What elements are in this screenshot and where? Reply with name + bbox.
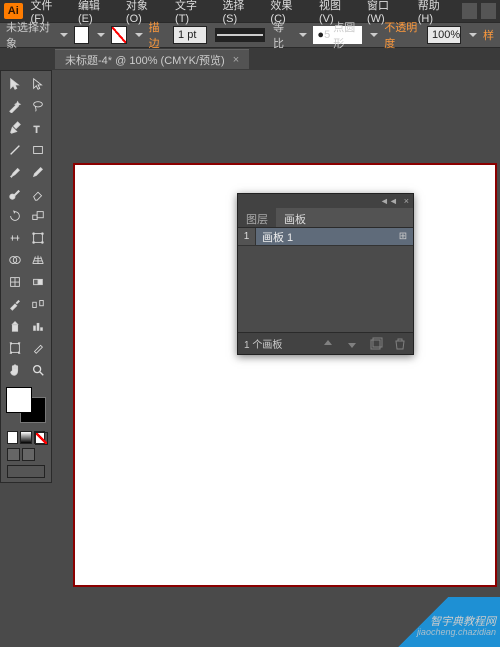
- no-selection-label: 未选择对象: [6, 19, 52, 51]
- tab-close-icon[interactable]: ×: [233, 54, 239, 66]
- stroke-style-preview[interactable]: [215, 28, 265, 42]
- artboard-row[interactable]: 1 画板 1 ⊞: [238, 228, 413, 246]
- magic-wand-tool[interactable]: [3, 95, 26, 117]
- paintbrush-tool[interactable]: [3, 161, 26, 183]
- panel-footer: 1 个画板: [238, 332, 413, 354]
- panel-close-icon[interactable]: ×: [404, 196, 409, 206]
- color-mode-gradient[interactable]: [20, 431, 31, 444]
- delete-artboard-icon[interactable]: [393, 337, 407, 351]
- tab-layers[interactable]: 图层: [238, 208, 276, 227]
- color-mode-row: [3, 429, 49, 446]
- fill-dropdown-icon[interactable]: [97, 33, 105, 37]
- direct-selection-tool[interactable]: [26, 73, 49, 95]
- color-mode-solid[interactable]: [7, 431, 18, 444]
- opacity-input[interactable]: 100%: [427, 26, 461, 44]
- type-tool[interactable]: T: [26, 117, 49, 139]
- opacity-dropdown-icon[interactable]: [469, 33, 477, 37]
- pencil-tool[interactable]: [26, 161, 49, 183]
- artboard-count-label: 1 个画板: [244, 336, 311, 351]
- shape-value: 5: [324, 29, 330, 41]
- watermark: 智宇典教程网 jiaocheng.chazidian: [417, 610, 496, 637]
- mesh-tool[interactable]: [3, 271, 26, 293]
- eraser-tool[interactable]: [26, 183, 49, 205]
- screen-mode-row: [3, 446, 49, 463]
- menu-bar: Ai 文件(F) 编辑(E) 对象(O) 文字(T) 选择(S) 效果(C) 视…: [0, 0, 500, 22]
- artboard-row-name[interactable]: 画板 1: [256, 229, 393, 245]
- stroke-weight-input[interactable]: 1 pt: [173, 26, 207, 44]
- slice-tool[interactable]: [26, 337, 49, 359]
- style-label[interactable]: 样: [483, 27, 494, 43]
- pen-tool[interactable]: [3, 117, 26, 139]
- svg-text:T: T: [33, 124, 39, 135]
- column-graph-tool[interactable]: [26, 315, 49, 337]
- fill-swatch[interactable]: [74, 26, 89, 44]
- menu-type[interactable]: 文字(T): [169, 0, 214, 27]
- blend-tool[interactable]: [26, 293, 49, 315]
- draw-mode-row: [3, 463, 49, 480]
- eyedropper-tool[interactable]: [3, 293, 26, 315]
- symbol-sprayer-tool[interactable]: [3, 315, 26, 337]
- gradient-tool[interactable]: [26, 271, 49, 293]
- tab-artboards[interactable]: 画板: [276, 208, 314, 227]
- scale-tool[interactable]: [26, 205, 49, 227]
- panel-collapse-icon[interactable]: ◄◄: [380, 196, 398, 206]
- document-tab-bar: 未标题-4* @ 100% (CMYK/预览) ×: [0, 48, 500, 70]
- move-up-icon[interactable]: [321, 337, 335, 351]
- width-tool[interactable]: [3, 227, 26, 249]
- rectangle-tool[interactable]: [26, 139, 49, 161]
- screen-mode-full[interactable]: [22, 448, 35, 461]
- stroke-label[interactable]: 描边: [149, 19, 167, 51]
- shape-dropdown-icon[interactable]: [370, 33, 378, 37]
- panel-body: 1 画板 1 ⊞: [238, 228, 413, 332]
- artboard-row-indicator-icon[interactable]: ⊞: [393, 231, 413, 242]
- draw-mode-selector[interactable]: [7, 465, 45, 478]
- free-transform-tool[interactable]: [26, 227, 49, 249]
- panel-tabs: 图层 画板: [238, 208, 413, 228]
- opacity-label[interactable]: 不透明度: [384, 19, 421, 51]
- color-mode-none[interactable]: [34, 431, 45, 444]
- menu-extra-icon-2[interactable]: [481, 3, 496, 19]
- rotate-tool[interactable]: [3, 205, 26, 227]
- document-tab[interactable]: 未标题-4* @ 100% (CMYK/预览) ×: [55, 49, 249, 69]
- fill-color-icon[interactable]: [6, 387, 32, 413]
- blob-brush-tool[interactable]: [3, 183, 26, 205]
- shape-field[interactable]: ● 5 点圆形: [313, 26, 362, 44]
- line-tool[interactable]: [3, 139, 26, 161]
- shape-builder-tool[interactable]: [3, 249, 26, 271]
- uniform-dropdown-icon[interactable]: [299, 33, 307, 37]
- artboards-panel: ◄◄ × 图层 画板 1 画板 1 ⊞ 1 个画板: [237, 193, 414, 355]
- menu-extra-icon-1[interactable]: [462, 3, 477, 19]
- selection-dropdown-icon[interactable]: [60, 33, 68, 37]
- new-artboard-icon[interactable]: [369, 337, 383, 351]
- menu-select[interactable]: 选择(S): [216, 0, 262, 27]
- move-down-icon[interactable]: [345, 337, 359, 351]
- panel-header[interactable]: ◄◄ ×: [238, 194, 413, 208]
- uniform-label[interactable]: 等比: [273, 19, 291, 51]
- perspective-grid-tool[interactable]: [26, 249, 49, 271]
- shape-label: 点圆形: [333, 19, 358, 51]
- document-tab-title: 未标题-4* @ 100% (CMYK/预览): [65, 52, 225, 68]
- artboard-tool[interactable]: [3, 337, 26, 359]
- menu-edit[interactable]: 编辑(E): [72, 0, 118, 27]
- selection-tool[interactable]: [3, 73, 26, 95]
- artboard-row-number: 1: [238, 228, 256, 245]
- fill-stroke-control[interactable]: [4, 385, 48, 425]
- stroke-swatch[interactable]: [111, 26, 126, 44]
- screen-mode-normal[interactable]: [7, 448, 20, 461]
- app-logo: Ai: [4, 3, 23, 19]
- watermark-sub: jiaocheng.chazidian: [417, 628, 496, 637]
- lasso-tool[interactable]: [26, 95, 49, 117]
- stroke-dropdown-icon[interactable]: [135, 33, 143, 37]
- toolbox: T: [0, 70, 52, 483]
- zoom-tool[interactable]: [26, 359, 49, 381]
- hand-tool[interactable]: [3, 359, 26, 381]
